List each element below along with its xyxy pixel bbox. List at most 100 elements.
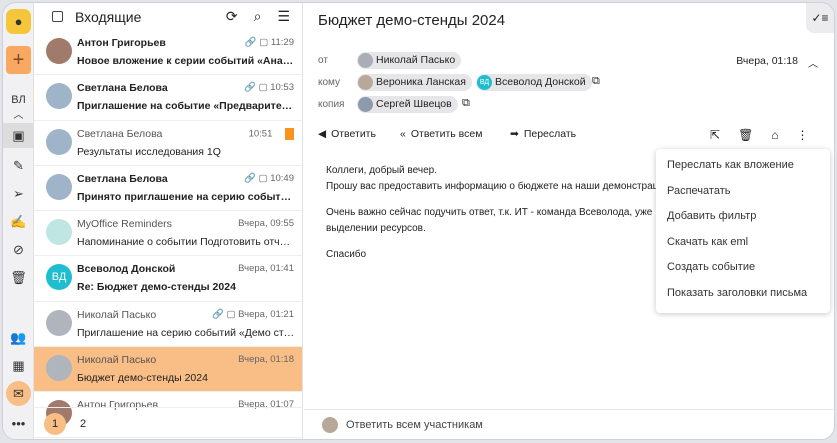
time: 10:49 [270,172,294,184]
avatar: ВД [46,264,72,291]
calendar-icon[interactable]: ▦ [6,353,31,378]
copy-icon[interactable]: ⧉ [592,75,600,88]
sender-name: Николай Пасько [376,54,456,66]
folder-title: Входящие [75,8,142,25]
spam-icon[interactable]: ⊘ [6,237,31,262]
time: Вчера, 01:18 [238,354,294,366]
cc-chip[interactable]: Сергей Швецов [357,96,458,113]
menu-item-create-event[interactable]: Создать событие [656,255,830,281]
mail-icon[interactable]: ✉ [6,381,31,406]
collapse-icon[interactable]: ︿ [808,55,818,70]
subject: Новое вложение к серии событий «Аналити.… [77,55,295,67]
sender: Антон Григорьев [77,37,166,49]
sent-icon[interactable]: ➢ [6,181,31,206]
to-chip[interactable]: Вероника Ланская [357,74,472,91]
cc-label: копия [318,99,345,110]
message-row[interactable]: Антон Григорьев 🔗 ▢ 11:29 Новое вложение… [34,30,302,76]
forward-label: Переслать [523,128,577,140]
reading-pane: Бюджет демо-стенды 2024 ✓≡ от кому копия… [304,3,834,439]
avatar [46,219,72,246]
more-vertical-icon[interactable]: ⋮ [797,128,809,142]
copy-icon[interactable]: ⧉ [462,97,470,110]
forward-button[interactable]: ➡ Переслать [510,128,576,140]
reply-all-input[interactable]: Ответить всем участникам [346,419,483,431]
attachment-icon: 🔗 ▢ [212,308,239,320]
tasks-icon[interactable]: ✓≡ [806,3,834,33]
flag-icon[interactable] [285,127,294,140]
page-1-button[interactable]: 1 [44,412,66,435]
avatar [46,309,72,336]
avatar: ВД [477,75,492,90]
reply-all-button[interactable]: « Ответить всем [400,128,482,140]
attachment-icon: 🔗 ▢ [244,172,271,184]
refresh-icon[interactable]: ⟳ [226,8,238,25]
message-subject: Бюджет демо-стенды 2024 [318,12,506,29]
time: Вчера, 09:55 [238,218,294,230]
message-row[interactable]: Николай Пасько Вчера, 01:18 Бюджет демо-… [34,347,302,393]
page-2-button[interactable]: 2 [80,418,86,430]
inbox-icon[interactable]: ▣ [3,123,34,148]
reply-label: Ответить [331,128,376,140]
to-label: кому [318,77,341,88]
compose-button[interactable]: + [6,46,31,74]
open-external-icon[interactable]: ⇱ [710,128,720,142]
time: 10:51 [248,128,273,140]
subject: Приглашение на событие «Предварительно..… [77,100,295,113]
select-all-checkbox[interactable] [52,11,63,22]
search-icon[interactable]: ⌕ [254,8,262,25]
contacts-icon[interactable]: 👥 [6,325,31,350]
avatar [358,97,373,112]
avatar [46,38,72,64]
time: 11:29 [270,37,294,48]
subject: Бюджет демо-стенды 2024 [77,372,208,385]
message-row[interactable]: Светлана Белова 🔗 ▢ 10:53 Приглашение на… [34,75,302,121]
sender: Светлана Белова [77,172,168,185]
delete-icon[interactable]: 🗑 [738,128,753,142]
avatar [46,83,72,110]
avatar [46,173,72,200]
reply-icon: ◀ [318,128,327,140]
drafts-icon[interactable]: ✎ [6,153,31,178]
to-chip[interactable]: ВД Всеволод Донской [476,74,592,91]
attachment-icon: 🔗 ▢ [244,82,271,94]
subject: Напоминание о событии Подготовить отчет.… [77,236,295,249]
menu-item-print[interactable]: Распечатать [656,179,830,205]
trash-icon[interactable]: 🗑 [6,265,31,290]
reply-button[interactable]: ◀ Ответить [318,128,376,140]
avatar [358,53,373,68]
message-row[interactable]: Николай Пасько 🔗 ▢ Вчера, 01:21 Приглаше… [34,302,302,348]
sender: MyOffice Reminders [77,218,172,231]
menu-item-forward-attachment[interactable]: Переслать как вложение [656,153,830,179]
list-header: Входящие ⟳ ⌕ ☰ [34,3,302,30]
more-icon[interactable]: ••• [6,411,31,436]
time: 10:53 [270,82,294,94]
from-label: от [318,55,328,66]
sender: Светлана Белова [77,127,163,140]
sender: Светлана Белова [77,82,168,95]
edit-icon[interactable]: ✍ [6,209,31,234]
reply-all-label: Ответить всем [410,128,483,140]
message-row[interactable]: MyOffice Reminders Вчера, 09:55 Напомина… [34,211,302,257]
message-row[interactable]: Светлана Белова 10:51 Результаты исследо… [34,121,302,166]
filter-icon[interactable]: ☰ [277,8,290,25]
quick-reply-bar[interactable]: Ответить всем участникам [304,409,834,439]
message-row[interactable]: ВД Всеволод Донской Вчера, 01:41 Re: Бюд… [34,256,302,302]
message-body: Коллеги, добрый вечер. Прошу вас предост… [326,163,664,263]
body-line: выделении ресурсов. [326,223,426,234]
sender: Николай Пасько [77,308,157,321]
tag-icon[interactable]: ⌂ [771,128,778,142]
more-actions-menu: Переслать как вложение Распечатать Добав… [656,149,830,313]
avatar-initials: ВД [51,271,67,284]
avatar [46,355,72,382]
body-line: Прошу вас предоставить информацию о бюдж… [326,181,664,192]
menu-item-show-headers[interactable]: Показать заголовки письма [656,281,830,307]
time: Вчера, 01:21 [238,308,294,320]
menu-item-add-filter[interactable]: Добавить фильтр [656,204,830,230]
nav-rail: ● + ВЛ ︿ ▣ ✎ ➢ ✍ ⊘ 🗑 👥 ▦ ✉ ••• [3,3,34,439]
app-logo[interactable]: ● [6,9,31,34]
from-chip[interactable]: Николай Пасько [357,52,462,69]
message-row[interactable]: Светлана Белова 🔗 ▢ 10:49 Принято пригла… [34,166,302,212]
menu-item-download-eml[interactable]: Скачать как eml [656,230,830,256]
attachment-icon: 🔗 ▢ [244,37,271,48]
cc-name: Сергей Швецов [376,98,452,110]
